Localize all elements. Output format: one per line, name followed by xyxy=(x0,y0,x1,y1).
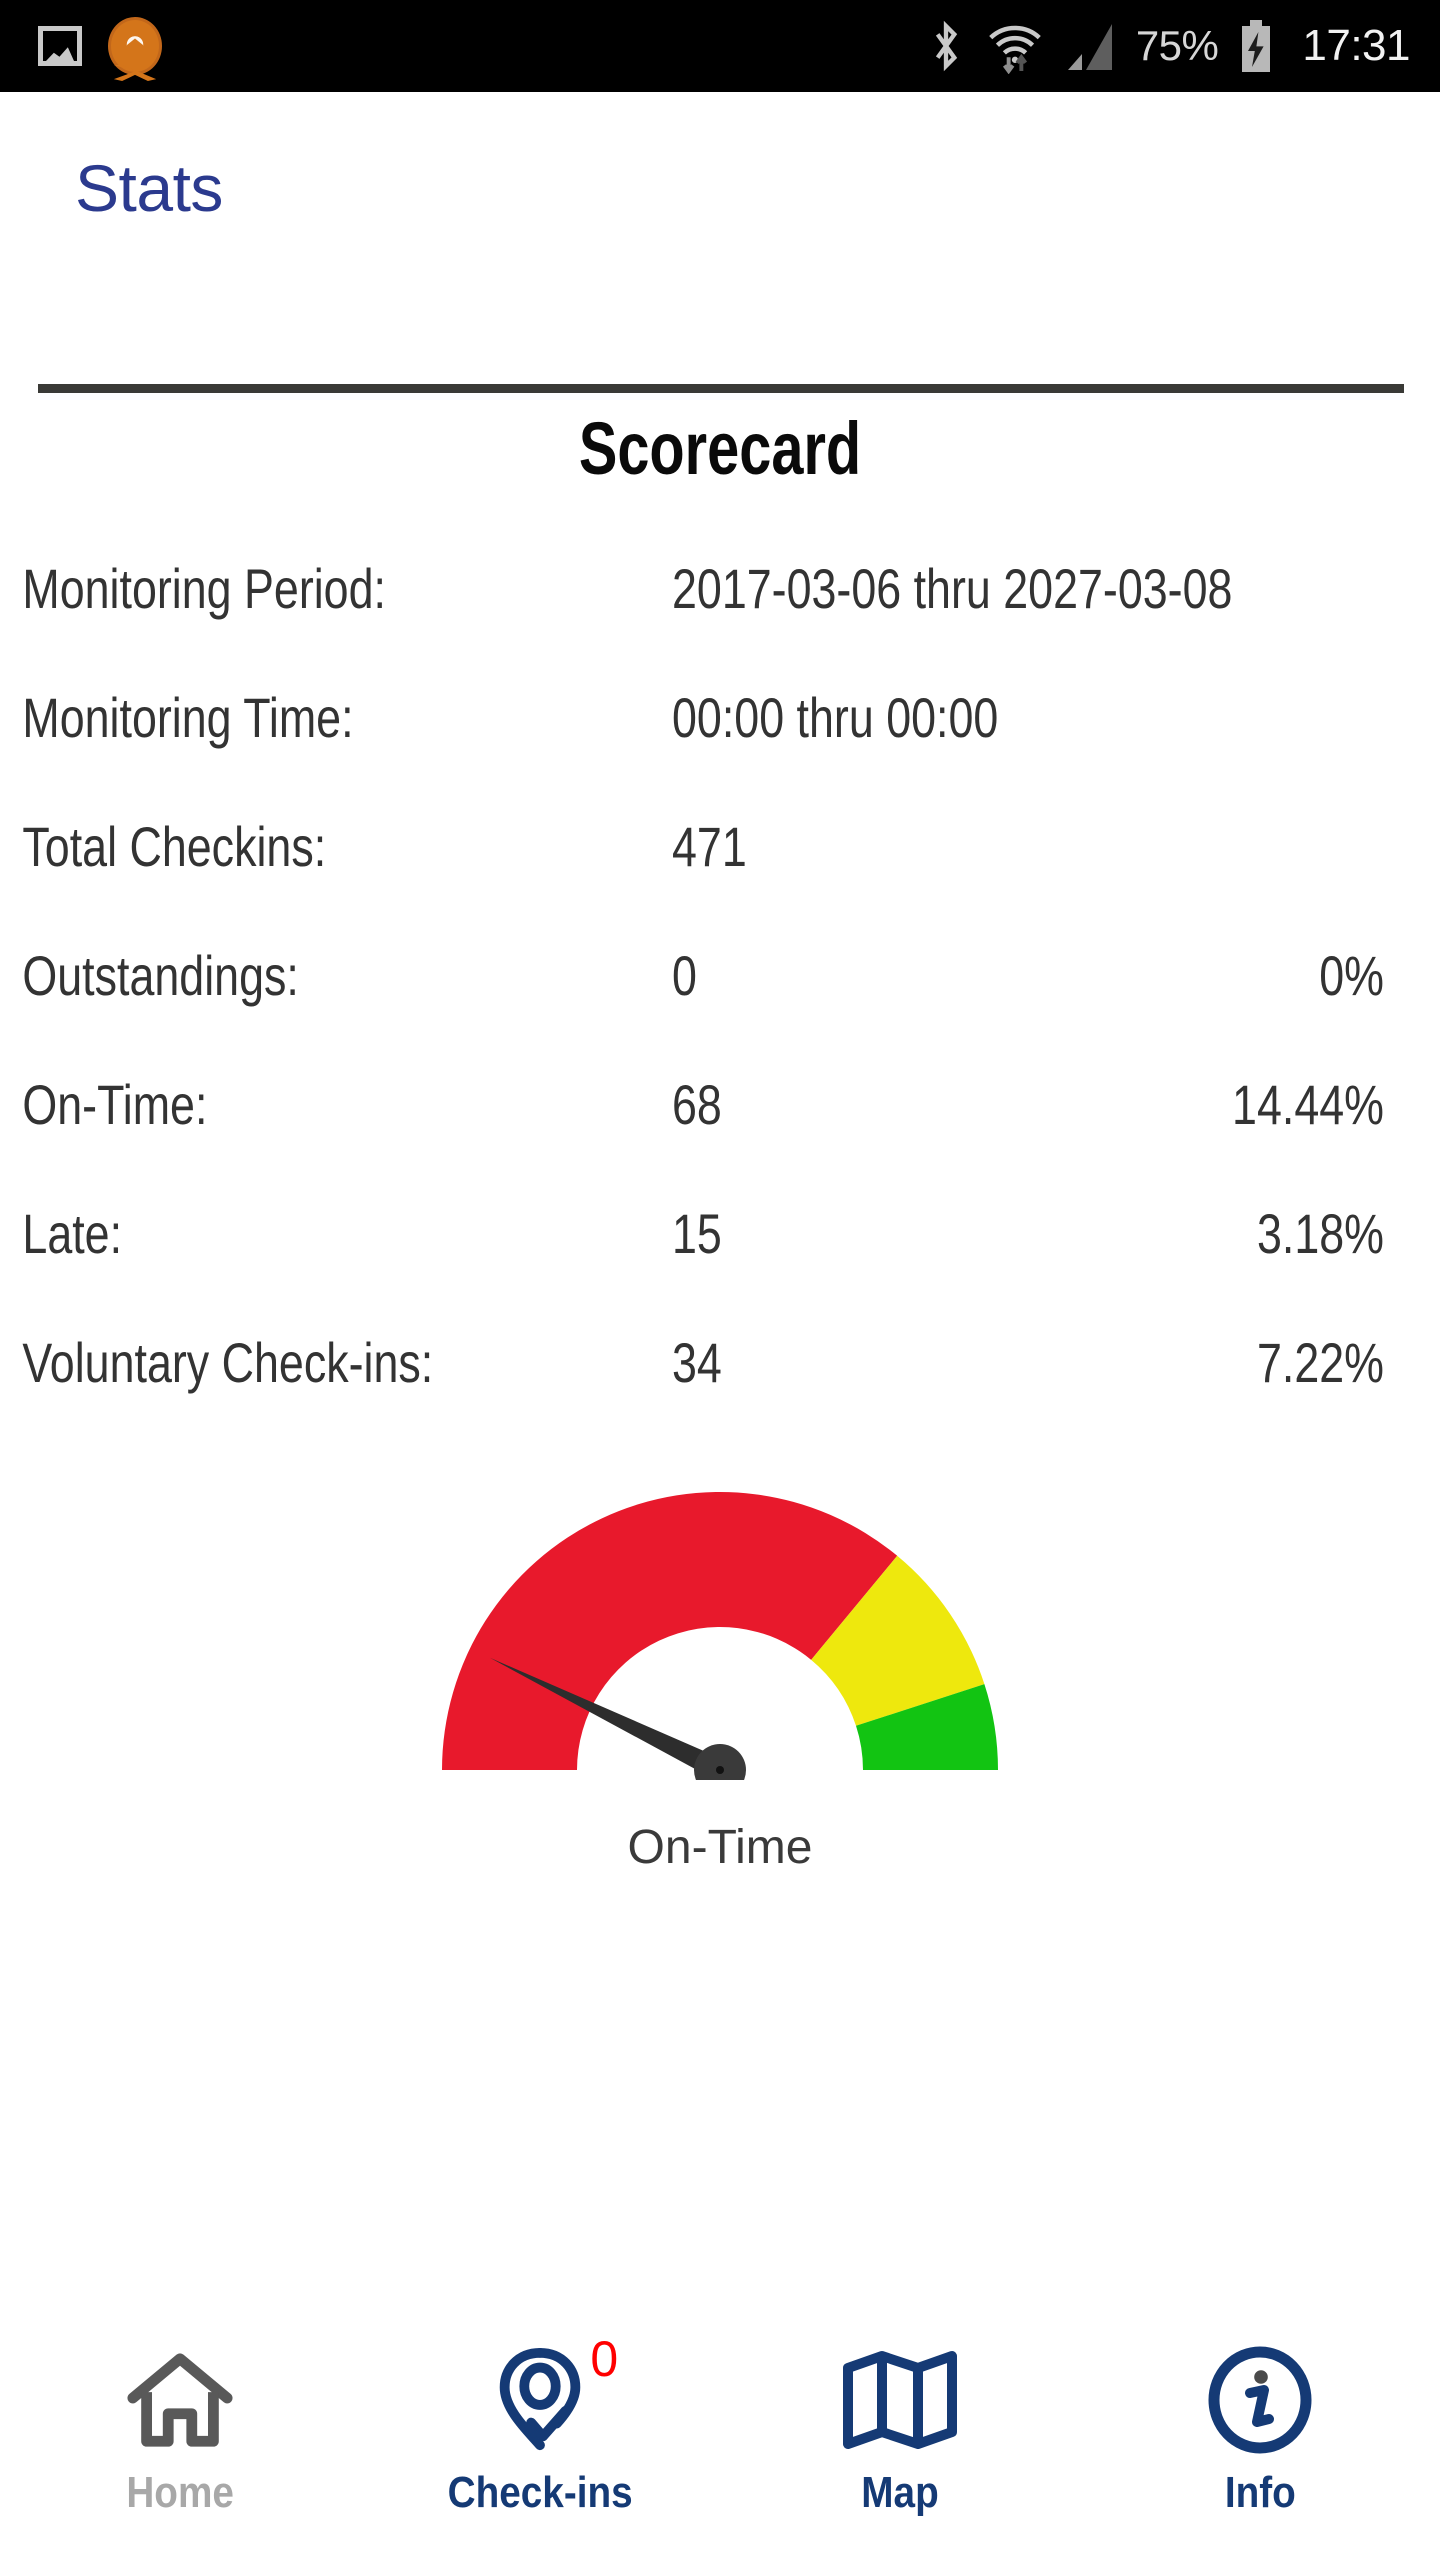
row-percent: 14.44% xyxy=(1232,1073,1384,1136)
status-bar-right-icons: 75% 17:31 xyxy=(926,18,1440,74)
table-row: Late: 15 3.18% xyxy=(0,1201,1440,1265)
row-label: Total Checkins: xyxy=(22,815,327,878)
row-value: 2017-03-06 thru 2027-03-08 xyxy=(672,557,1233,620)
status-bar: 75% 17:31 xyxy=(0,0,1440,92)
row-label: Monitoring Period: xyxy=(22,557,386,620)
row-percent: 7.22% xyxy=(1256,1331,1384,1394)
row-value: 68 xyxy=(672,1073,722,1136)
row-value: 34 xyxy=(672,1331,722,1394)
table-row: Monitoring Time: 00:00 thru 00:00 xyxy=(0,685,1440,749)
tab-info[interactable]: Info xyxy=(1080,2320,1440,2560)
status-bar-clock: 17:31 xyxy=(1302,21,1410,70)
app-screen: 75% 17:31 Stats Scorecard Monitoring Per… xyxy=(0,0,1440,2560)
battery-charging-icon xyxy=(1238,18,1274,74)
gauge-band-red xyxy=(442,1492,898,1770)
cellular-signal-icon xyxy=(1064,18,1116,74)
tab-label-map: Map xyxy=(861,2468,939,2517)
home-icon xyxy=(125,2342,235,2458)
table-row: Voluntary Check-ins: 34 7.22% xyxy=(0,1330,1440,1394)
row-label: Late: xyxy=(22,1202,123,1265)
tab-home[interactable]: Home xyxy=(0,2320,360,2560)
row-value: 0 xyxy=(672,944,697,1007)
gauge-hub-center xyxy=(716,1766,724,1774)
row-value: 15 xyxy=(672,1202,722,1265)
tab-check-ins[interactable]: 0 Check-ins xyxy=(360,2320,720,2560)
check-ins-badge: 0 xyxy=(590,2331,619,2387)
row-label: Monitoring Time: xyxy=(22,686,354,749)
page-title: Stats xyxy=(75,151,223,225)
bluetooth-icon xyxy=(926,18,966,74)
tab-label-info: Info xyxy=(1224,2468,1296,2517)
row-value: 471 xyxy=(672,815,747,878)
gauge-chart: On-Time xyxy=(0,1480,1440,1875)
gauge-svg xyxy=(442,1492,998,1780)
pin-check-icon xyxy=(488,2342,592,2458)
row-label: On-Time: xyxy=(22,1073,208,1136)
battery-percent-label: 75% xyxy=(1135,22,1219,69)
bottom-tab-bar: Home 0 Check-ins Map Info xyxy=(0,2320,1440,2560)
info-circle-icon xyxy=(1206,2342,1314,2458)
image-screenshot-icon xyxy=(38,26,82,66)
tab-label-home: Home xyxy=(126,2468,234,2517)
ecell-app-icon xyxy=(108,17,162,75)
table-row: Monitoring Period: 2017-03-06 thru 2027-… xyxy=(0,556,1440,620)
row-value: 00:00 thru 00:00 xyxy=(672,686,999,749)
tab-map[interactable]: Map xyxy=(720,2320,1080,2560)
map-folded-icon xyxy=(842,2342,958,2458)
status-bar-left-icons xyxy=(0,17,162,75)
wifi-transfer-icon xyxy=(986,18,1044,74)
row-label: Outstandings: xyxy=(22,944,299,1007)
tab-label-check-ins: Check-ins xyxy=(447,2468,633,2517)
table-row: On-Time: 68 14.44% xyxy=(0,1072,1440,1136)
row-percent: 3.18% xyxy=(1256,1202,1384,1265)
table-row: Outstandings: 0 0% xyxy=(0,943,1440,1007)
gauge-label: On-Time xyxy=(627,1821,813,1874)
scorecard-title: Scorecard xyxy=(578,407,862,490)
section-divider xyxy=(38,384,1404,393)
row-label: Voluntary Check-ins: xyxy=(22,1331,434,1394)
gauge-hub xyxy=(694,1744,746,1780)
row-percent: 0% xyxy=(1319,944,1384,1007)
table-row: Total Checkins: 471 xyxy=(0,814,1440,878)
scorecard-rows: Monitoring Period: 2017-03-06 thru 2027-… xyxy=(0,556,1440,1459)
